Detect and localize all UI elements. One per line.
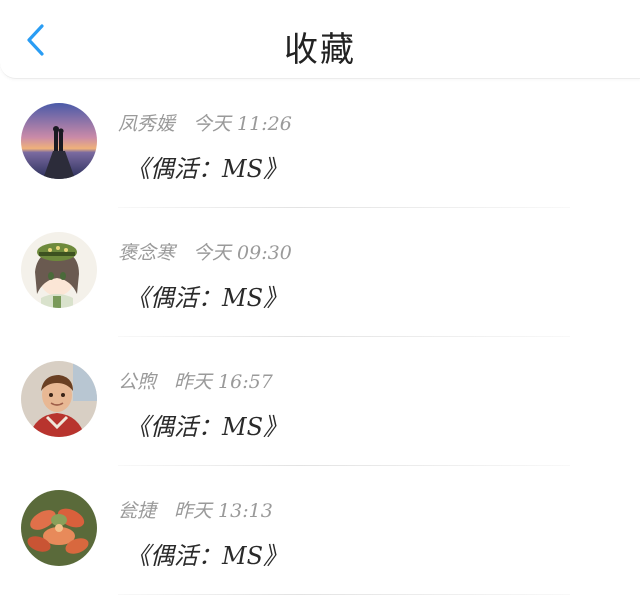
favorite-title: 《偶活：MS》 xyxy=(126,542,288,570)
succulent-plant-avatar-icon xyxy=(21,490,97,566)
timestamp: 今天 11:26 xyxy=(193,113,292,135)
favorite-item[interactable]: 褒念寒 今天 09:30 《偶活：MS》 xyxy=(0,208,640,337)
avatar[interactable] xyxy=(21,232,97,308)
favorite-title: 《偶活：MS》 xyxy=(126,155,288,183)
author-name: 公煦 xyxy=(118,371,157,393)
favorite-item[interactable]: 瓮捷 昨天 13:13 《偶活：MS》 xyxy=(0,466,640,595)
timestamp: 昨天 16:57 xyxy=(174,371,273,393)
child-photo-avatar-icon xyxy=(21,361,97,437)
item-meta: 瓮捷 昨天 13:13 xyxy=(118,496,273,523)
avatar[interactable] xyxy=(21,103,97,179)
favorite-item[interactable]: 公煦 昨天 16:57 《偶活：MS》 xyxy=(0,337,640,466)
favorite-title: 《偶活：MS》 xyxy=(126,413,288,441)
item-meta: 凤秀媛 今天 11:26 xyxy=(118,109,292,136)
item-meta: 褒念寒 今天 09:30 xyxy=(118,238,292,265)
divider xyxy=(118,594,570,595)
timestamp: 昨天 13:13 xyxy=(174,500,273,522)
avatar[interactable] xyxy=(21,490,97,566)
favorite-item[interactable]: 凤秀媛 今天 11:26 《偶活：MS》 xyxy=(0,79,640,208)
page-title: 收藏 xyxy=(284,30,356,70)
favorites-page: 收藏 凤秀媛 今天 11:26 《偶活：MS》 褒念寒 今天 09:30 《偶活… xyxy=(0,0,640,604)
author-name: 瓮捷 xyxy=(118,500,157,522)
timestamp: 今天 09:30 xyxy=(193,242,292,264)
favorite-title: 《偶活：MS》 xyxy=(126,284,288,312)
favorites-list: 凤秀媛 今天 11:26 《偶活：MS》 褒念寒 今天 09:30 《偶活：MS… xyxy=(0,79,640,595)
avatar[interactable] xyxy=(21,361,97,437)
item-meta: 公煦 昨天 16:57 xyxy=(118,367,273,394)
nav-bar: 收藏 xyxy=(0,0,640,79)
sunset-couple-avatar-icon xyxy=(21,103,97,179)
anime-girl-avatar-icon xyxy=(21,232,97,308)
author-name: 褒念寒 xyxy=(118,242,176,264)
author-name: 凤秀媛 xyxy=(118,113,176,135)
